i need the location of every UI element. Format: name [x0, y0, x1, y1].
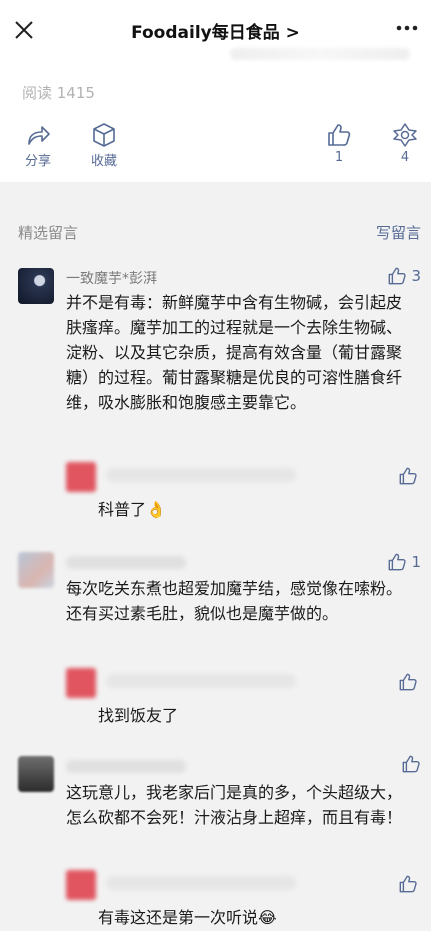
comment-like-count: 1: [411, 553, 421, 571]
reply-avatar: [66, 462, 96, 492]
reply-author-blurred: [106, 674, 296, 688]
blurred-text: [230, 48, 410, 60]
comment-text: 并不是有毒：新鲜魔芋中含有生物碱，会引起皮肤瘙痒。魔芋加工的过程就是一个去除生物…: [66, 293, 403, 412]
flower-icon: [393, 123, 417, 147]
comment-author[interactable]: 一致魔芋*彭湃: [66, 268, 157, 288]
comment-like-button[interactable]: 1: [387, 552, 421, 572]
wow-count: 4: [400, 150, 410, 165]
reply-avatar: [66, 668, 96, 698]
like-count: 1: [334, 150, 344, 165]
comments-title: 精选留言: [18, 224, 79, 242]
reply-author-blurred: [106, 468, 296, 482]
reply-text: 科普了👌: [98, 500, 166, 519]
thumbs-up-icon: [389, 267, 407, 285]
comment-author-blurred: [66, 556, 186, 569]
favorite-label: 收藏: [90, 154, 117, 169]
thumbs-up-icon: [328, 124, 351, 146]
comment-text: 这玩意儿，我老家后门是真的多，个头超级大，怎么砍都不会死！汁液沾身上超痒，而且有…: [66, 783, 403, 827]
thumbs-up-icon[interactable]: [398, 874, 418, 894]
comment-text: 每次吃关东煮也超爱加魔芋结，感觉像在嗦粉。还有买过素毛肚，貌似也是魔芋做的。: [66, 579, 403, 623]
thumbs-up-icon[interactable]: [398, 672, 418, 692]
reply-author-blurred: [106, 876, 296, 890]
share-button[interactable]: 分享: [14, 122, 62, 169]
comment-author-blurred: [66, 760, 186, 773]
top-bar: Foodaily每日食品 >: [0, 0, 431, 62]
wow-button[interactable]: 4: [381, 122, 429, 165]
share-label: 分享: [24, 154, 51, 169]
reply-text: 找到饭友了: [98, 706, 179, 725]
comment-like-count: 3: [411, 267, 421, 285]
avatar[interactable]: [18, 756, 54, 792]
comment-like-button[interactable]: 3: [387, 266, 421, 286]
favorite-button[interactable]: 收藏: [80, 122, 128, 169]
account-title[interactable]: Foodaily每日食品 >: [0, 18, 431, 43]
thumbs-up-icon[interactable]: [398, 466, 418, 486]
cube-icon: [93, 123, 115, 147]
like-button[interactable]: 1: [315, 122, 363, 165]
read-count: 阅读 1415: [22, 84, 95, 102]
share-icon: [28, 126, 50, 145]
reply-text: 有毒这还是第一次听说😂: [98, 908, 277, 927]
thumbs-up-icon: [389, 553, 407, 571]
comment-like-button[interactable]: [401, 754, 421, 774]
thumbs-up-icon: [402, 755, 420, 773]
action-bar: 分享 收藏 1 4: [0, 118, 431, 182]
comments-header: 精选留言 写留言: [0, 210, 431, 250]
read-count-bar: 阅读 1415: [0, 62, 431, 118]
reply-avatar: [66, 870, 96, 900]
avatar[interactable]: [18, 268, 54, 304]
avatar[interactable]: [18, 552, 54, 588]
more-icon[interactable]: [395, 24, 419, 32]
write-comment-button[interactable]: 写留言: [376, 222, 421, 243]
